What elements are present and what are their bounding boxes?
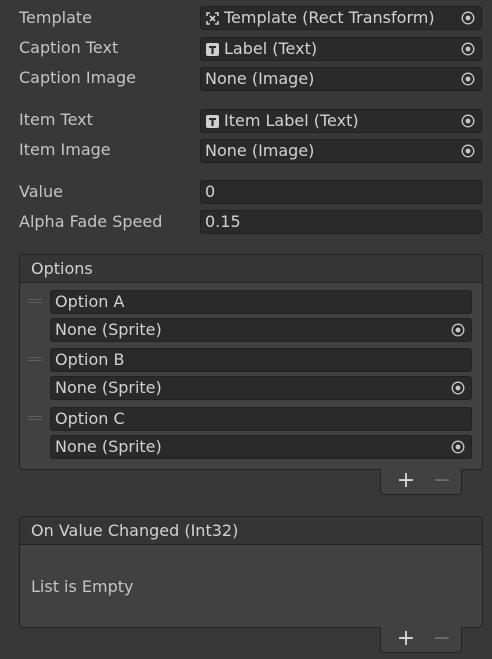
list-empty-text: List is Empty xyxy=(31,577,134,596)
value-row: Value 0 xyxy=(0,180,492,204)
drag-handle-icon[interactable] xyxy=(28,357,42,363)
drag-handle-icon[interactable] xyxy=(28,299,42,305)
object-picker-icon[interactable] xyxy=(451,381,465,395)
drag-handle-icon[interactable] xyxy=(28,416,42,422)
option-text: Option A xyxy=(55,292,125,311)
event-header: On Value Changed (Int32) xyxy=(20,517,482,545)
caption-image-row: Caption Image None (Image) xyxy=(0,66,492,91)
value-text: 0 xyxy=(205,182,216,201)
alpha-fade-speed-text: 0.15 xyxy=(205,212,241,231)
caption-text-row: Caption Text Label (Text) xyxy=(0,36,492,61)
object-picker-icon[interactable] xyxy=(461,42,475,56)
caption-text-value: Label (Text) xyxy=(224,39,318,58)
value-label: Value xyxy=(19,182,63,201)
caption-text-label: Caption Text xyxy=(19,38,119,57)
option-text: Option B xyxy=(55,350,125,369)
options-list: Options Option A None (Sprite) Option B … xyxy=(19,254,483,470)
alpha-fade-speed-row: Alpha Fade Speed 0.15 xyxy=(0,210,492,234)
option-sprite-field[interactable]: None (Sprite) xyxy=(50,376,472,400)
event-add-remove-box: + − xyxy=(380,627,462,653)
object-picker-icon[interactable] xyxy=(461,114,475,128)
caption-text-object-field[interactable]: Label (Text) xyxy=(200,37,482,61)
options-add-remove-box: + − xyxy=(380,469,462,495)
template-row: Template Template (Rect Transform) xyxy=(0,6,492,30)
item-text-value: Item Label (Text) xyxy=(224,111,359,130)
caption-image-value: None (Image) xyxy=(205,69,315,88)
caption-image-label: Caption Image xyxy=(19,68,136,87)
text-component-icon xyxy=(206,115,219,128)
option-sprite-value: None (Sprite) xyxy=(55,378,162,397)
template-value: Template (Rect Transform) xyxy=(224,8,435,27)
add-option-button[interactable]: + xyxy=(393,469,419,495)
item-image-row: Item Image None (Image) xyxy=(0,138,492,163)
template-label: Template xyxy=(19,8,93,27)
option-text-input[interactable]: Option C xyxy=(50,407,472,431)
item-image-object-field[interactable]: None (Image) xyxy=(200,139,482,163)
on-value-changed-event: On Value Changed (Int32) List is Empty xyxy=(19,516,483,628)
item-image-value: None (Image) xyxy=(205,141,315,160)
remove-listener-button[interactable]: − xyxy=(429,627,455,653)
item-text-object-field[interactable]: Item Label (Text) xyxy=(200,109,482,133)
option-text-input[interactable]: Option A xyxy=(50,290,472,314)
object-picker-icon[interactable] xyxy=(461,11,475,25)
add-listener-button[interactable]: + xyxy=(393,627,419,653)
object-picker-icon[interactable] xyxy=(461,144,475,158)
option-sprite-value: None (Sprite) xyxy=(55,320,162,339)
alpha-fade-speed-label: Alpha Fade Speed xyxy=(19,212,163,231)
option-sprite-value: None (Sprite) xyxy=(55,437,162,456)
template-object-field[interactable]: Template (Rect Transform) xyxy=(200,6,482,30)
object-picker-icon[interactable] xyxy=(461,72,475,86)
options-title: Options xyxy=(31,259,93,278)
caption-image-object-field[interactable]: None (Image) xyxy=(200,67,482,91)
rect-transform-icon xyxy=(206,12,219,25)
item-text-label: Item Text xyxy=(19,110,93,129)
text-component-icon xyxy=(206,43,219,56)
alpha-fade-speed-input[interactable]: 0.15 xyxy=(200,210,482,234)
item-image-label: Item Image xyxy=(19,140,111,159)
remove-option-button[interactable]: − xyxy=(429,469,455,495)
option-text: Option C xyxy=(55,409,125,428)
option-text-input[interactable]: Option B xyxy=(50,348,472,372)
option-sprite-field[interactable]: None (Sprite) xyxy=(50,435,472,459)
object-picker-icon[interactable] xyxy=(451,323,465,337)
option-sprite-field[interactable]: None (Sprite) xyxy=(50,318,472,342)
item-text-row: Item Text Item Label (Text) xyxy=(0,108,492,133)
options-header[interactable]: Options xyxy=(20,255,482,283)
event-title: On Value Changed (Int32) xyxy=(31,521,239,540)
object-picker-icon[interactable] xyxy=(451,440,465,454)
value-input[interactable]: 0 xyxy=(200,180,482,204)
